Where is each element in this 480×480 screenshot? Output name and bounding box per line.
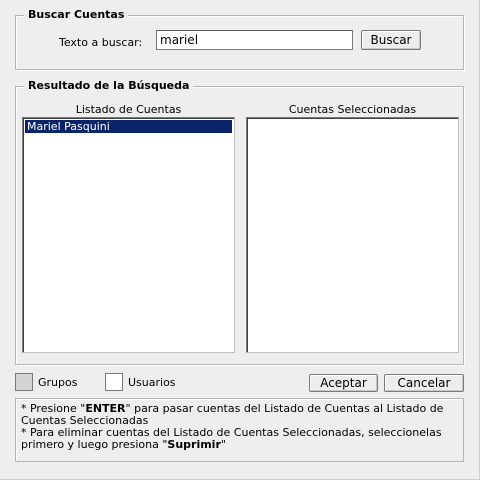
search-input[interactable] [156, 30, 353, 50]
grupos-label: Grupos [38, 376, 78, 389]
account-search-dialog: Buscar Cuentas Texto a buscar: Buscar Re… [0, 0, 480, 480]
accept-button[interactable]: Aceptar [309, 374, 378, 392]
note-delete: * Para eliminar cuentas del Listado de C… [21, 427, 458, 451]
accounts-listbox[interactable]: Mariel Pasquini [22, 117, 235, 353]
selected-accounts-listbox[interactable] [246, 117, 459, 353]
usuarios-label: Usuarios [128, 376, 176, 389]
search-accounts-group: Buscar Cuentas Texto a buscar: Buscar [15, 8, 464, 70]
cancel-button[interactable]: Cancelar [384, 374, 464, 392]
selected-accounts-list-header: Cuentas Seleccionadas [288, 103, 417, 116]
help-notes: * Presione "ENTER" para pasar cuentas de… [15, 398, 464, 462]
usuarios-checkbox[interactable] [105, 373, 123, 391]
list-item-account[interactable]: Mariel Pasquini [25, 120, 232, 133]
note-delete-suffix: " [220, 438, 226, 451]
search-results-group: Resultado de la Búsqueda Listado de Cuen… [15, 79, 464, 365]
note-enter: * Presione "ENTER" para pasar cuentas de… [21, 403, 458, 427]
accounts-list-header: Listado de Cuentas [75, 103, 182, 116]
search-group-legend: Buscar Cuentas [24, 8, 129, 22]
results-group-legend: Resultado de la Búsqueda [24, 79, 194, 93]
note-delete-key: Suprimir [167, 438, 221, 451]
note-delete-prefix: * Para eliminar cuentas del Listado de C… [21, 426, 442, 451]
search-button[interactable]: Buscar [361, 30, 421, 50]
grupos-checkbox[interactable] [15, 373, 33, 391]
search-label: Texto a buscar: [59, 36, 143, 49]
